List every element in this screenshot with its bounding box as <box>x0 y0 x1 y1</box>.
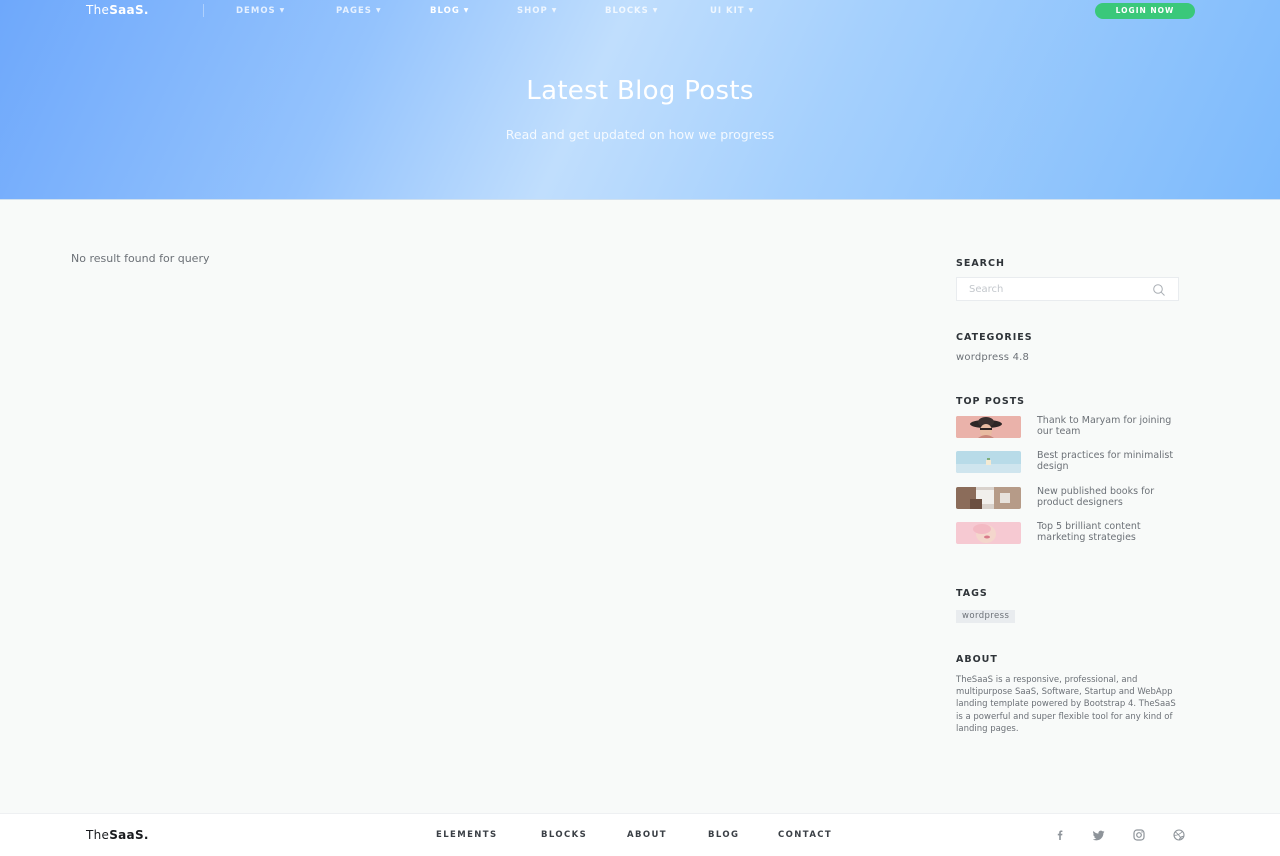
nav-item-blog[interactable]: BLOG ▼ <box>430 6 469 16</box>
category-link[interactable]: wordpress 4.8 <box>956 352 1029 363</box>
tags-widget-title: TAGS <box>956 588 988 599</box>
top-post-title[interactable]: Top 5 brilliant content marketing strate… <box>1037 521 1177 543</box>
instagram-icon[interactable] <box>1132 828 1146 842</box>
facebook-icon[interactable] <box>1053 828 1067 842</box>
top-post-item[interactable]: Top 5 brilliant content marketing strate… <box>956 521 1186 546</box>
top-posts-widget-title: TOP POSTS <box>956 396 1026 407</box>
nav-item-blocks[interactable]: BLOCKS ▼ <box>605 6 658 16</box>
top-post-title[interactable]: New published books for product designer… <box>1037 486 1177 508</box>
no-result-message: No result found for query <box>71 252 210 265</box>
chevron-down-icon: ▼ <box>375 7 382 14</box>
footer-link-about[interactable]: ABOUT <box>627 830 667 840</box>
page-subtitle: Read and get updated on how we progress <box>505 127 775 142</box>
search-widget-title: SEARCH <box>956 258 1005 269</box>
search-box <box>956 277 1179 301</box>
dribbble-icon[interactable] <box>1172 828 1186 842</box>
about-widget-title: ABOUT <box>956 654 998 665</box>
chevron-down-icon: ▼ <box>551 7 558 14</box>
chevron-down-icon: ▼ <box>652 7 659 14</box>
page-title: Latest Blog Posts <box>526 76 754 106</box>
nav-item-shop[interactable]: SHOP ▼ <box>517 6 557 16</box>
footer-logo[interactable]: TheSaaS. <box>86 828 149 842</box>
minimal-desk-photo[interactable] <box>956 451 1021 473</box>
nav-item-pages[interactable]: PAGES ▼ <box>336 6 382 16</box>
login-button[interactable]: LOGIN NOW <box>1095 3 1195 19</box>
footer-link-blog[interactable]: BLOG <box>708 830 739 840</box>
top-post-item[interactable]: New published books for product designer… <box>956 486 1186 511</box>
search-icon[interactable] <box>1152 283 1166 297</box>
footer-link-blocks[interactable]: BLOCKS <box>541 830 587 840</box>
brand-logo[interactable]: TheSaaS. <box>86 3 149 17</box>
footer-link-contact[interactable]: CONTACT <box>778 830 832 840</box>
top-post-title[interactable]: Thank to Maryam for joining our team <box>1037 415 1177 437</box>
top-post-item[interactable]: Thank to Maryam for joining our team <box>956 415 1186 440</box>
tag-chip[interactable]: wordpress <box>956 610 1016 623</box>
search-input[interactable] <box>957 278 1147 300</box>
twitter-icon[interactable] <box>1092 828 1106 842</box>
top-post-title[interactable]: Best practices for minimalist design <box>1037 450 1177 472</box>
categories-widget-title: CATEGORIES <box>956 332 1033 343</box>
nav-item-demos[interactable]: DEMOS ▼ <box>236 6 285 16</box>
woman-hat-photo[interactable] <box>956 416 1021 438</box>
footer-link-elements[interactable]: ELEMENTS <box>436 830 498 840</box>
chevron-down-icon: ▼ <box>748 7 755 14</box>
top-navbar: TheSaaS. DEMOS ▼ PAGES ▼ BLOG ▼ SHOP ▼ BLOCK… <box>0 0 1280 22</box>
books-photo[interactable] <box>956 487 1021 509</box>
nav-item-ui-kit[interactable]: UI KIT ▼ <box>710 6 754 16</box>
hero-header: TheSaaS. DEMOS ▼ PAGES ▼ BLOG ▼ SHOP ▼ BLOCK… <box>0 0 1280 200</box>
top-post-item[interactable]: Best practices for minimalist design <box>956 450 1186 475</box>
chevron-down-icon: ▼ <box>279 7 286 14</box>
site-footer: TheSaaS. ELEMENTS BLOCKS ABOUT BLOG CONT… <box>0 813 1280 856</box>
about-text: TheSaaS is a responsive, professional, a… <box>956 675 1176 734</box>
pink-portrait-photo[interactable] <box>956 522 1021 544</box>
nav-divider <box>203 4 204 17</box>
chevron-down-icon: ▼ <box>463 7 470 14</box>
